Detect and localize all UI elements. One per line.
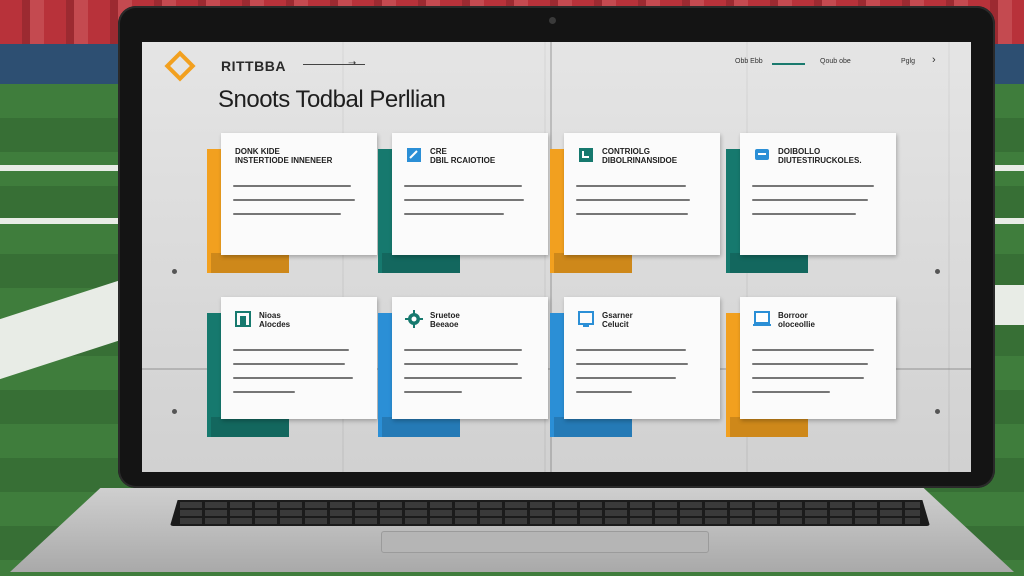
card-title: Nioas Alocdes <box>259 311 291 329</box>
field-line <box>995 165 1024 171</box>
key-row <box>180 502 920 508</box>
card-title: CONTRIOLG DIBOLRINANSIDOE <box>602 147 678 165</box>
card-text-line <box>752 185 874 187</box>
feature-card[interactable]: Sruetoe Beeaoe <box>378 297 548 447</box>
card-accent-shadow <box>554 253 632 273</box>
card-panel: Gsarner Celucit <box>564 297 720 419</box>
card-text-line <box>576 377 676 379</box>
card-text-line <box>752 349 874 351</box>
feature-card[interactable]: CONTRIOLG DIBOLRINANSIDOE <box>550 133 720 283</box>
webcam-icon <box>549 17 556 24</box>
card-text-line <box>404 391 462 393</box>
key-row <box>180 518 920 524</box>
card-title: DOIBOLLO DIUTESTIRUCKOLES. <box>778 147 862 165</box>
document-icon <box>404 145 424 165</box>
card-text-line <box>233 349 349 351</box>
nav-active-indicator <box>772 63 805 65</box>
card-accent-shadow <box>382 417 460 437</box>
nav-item-2[interactable]: Qoub obe <box>820 58 851 65</box>
card-accent-shadow <box>730 253 808 273</box>
nav-item-1[interactable]: Obb Ebb <box>735 58 763 65</box>
feature-card[interactable]: DONK KIDE INSTERTIODE INNENEER <box>207 133 377 283</box>
trackpad[interactable] <box>381 531 709 553</box>
card-text-line <box>404 185 522 187</box>
card-text-line <box>576 363 688 365</box>
card-panel: DONK KIDE INSTERTIODE INNENEER <box>221 133 377 255</box>
card-text-line <box>404 349 522 351</box>
card-text-line <box>233 199 355 201</box>
card-text-line <box>233 213 341 215</box>
card-panel: DOIBOLLO DIUTESTIRUCKOLES. <box>740 133 896 255</box>
field-line <box>0 218 118 224</box>
card-text-line <box>404 363 518 365</box>
brand-name[interactable]: RITTBBA <box>221 58 286 74</box>
feature-card[interactable]: CRE DBIL RCAIOTIOE <box>378 133 548 283</box>
card-text-line <box>752 377 864 379</box>
wall-bolt <box>172 269 177 274</box>
card-text-line <box>576 391 632 393</box>
card-text-line <box>233 363 345 365</box>
nav-item-3[interactable]: Pglg <box>901 58 915 65</box>
wall-bolt <box>172 409 177 414</box>
card-accent-shadow <box>211 253 289 273</box>
card-panel: CRE DBIL RCAIOTIOE <box>392 133 548 255</box>
card-panel: Sruetoe Beeaoe <box>392 297 548 419</box>
chevron-right-icon[interactable]: › <box>932 54 936 66</box>
monitor-icon <box>576 309 596 329</box>
card-text-line <box>233 185 351 187</box>
wall-bolt <box>935 409 940 414</box>
card-text-line <box>752 363 868 365</box>
card-text-line <box>576 213 688 215</box>
card-text-line <box>576 185 686 187</box>
card-title: Gsarner Celucit <box>602 311 633 329</box>
wall-bolt <box>935 269 940 274</box>
card-title: Sruetoe Beeaoe <box>430 311 460 329</box>
card-text-line <box>233 377 353 379</box>
page-title: Snoots Todbal Perllian <box>218 86 446 113</box>
laptop-icon <box>752 309 772 329</box>
chat-icon <box>752 145 772 165</box>
feature-card[interactable]: Nioas Alocdes <box>207 297 377 447</box>
card-panel: Borroor oloceollie <box>740 297 896 419</box>
card-panel: Nioas Alocdes <box>221 297 377 419</box>
card-title: Borroor oloceollie <box>778 311 815 329</box>
clipboard-icon <box>576 145 596 165</box>
feature-card[interactable]: Borroor oloceollie <box>726 297 896 447</box>
feature-card[interactable]: DOIBOLLO DIUTESTIRUCKOLES. <box>726 133 896 283</box>
card-accent-shadow <box>382 253 460 273</box>
card-text-line <box>404 377 522 379</box>
gear-icon <box>404 309 424 329</box>
card-text-line <box>404 199 524 201</box>
card-text-line <box>233 391 295 393</box>
card-accent-shadow <box>730 417 808 437</box>
image-icon <box>233 309 253 329</box>
card-title: CRE DBIL RCAIOTIOE <box>430 147 496 165</box>
card-text-line <box>752 391 830 393</box>
arrow-right-icon: ➝ <box>348 58 357 69</box>
card-text-line <box>576 199 690 201</box>
card-title: DONK KIDE INSTERTIODE INNENEER <box>235 147 333 165</box>
field-line <box>995 285 1024 325</box>
card-text-line <box>752 213 856 215</box>
feature-card[interactable]: Gsarner Celucit <box>550 297 720 447</box>
card-accent-shadow <box>211 417 289 437</box>
card-panel: CONTRIOLG DIBOLRINANSIDOE <box>564 133 720 255</box>
key-row <box>180 510 920 516</box>
card-text-line <box>576 349 686 351</box>
card-text-line <box>404 213 504 215</box>
field-line <box>995 218 1024 224</box>
field-line <box>0 165 118 171</box>
card-accent-shadow <box>554 417 632 437</box>
card-text-line <box>752 199 868 201</box>
